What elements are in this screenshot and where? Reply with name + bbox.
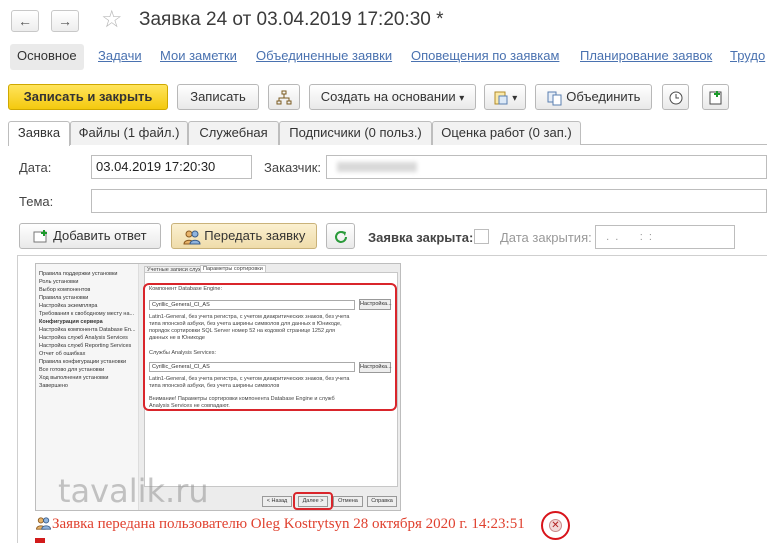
transfer-message: Заявка передана пользователю Oleg Kostry… <box>35 516 525 533</box>
customer-redacted <box>337 162 417 172</box>
nav-request-planning[interactable]: Планирование заявок <box>580 48 712 63</box>
close-date-field[interactable]: . . : : <box>595 225 735 249</box>
date-label: Дата: <box>19 160 52 175</box>
embedded-side-item: Все готово для установки <box>39 367 105 373</box>
customer-label: Заказчик: <box>264 160 322 175</box>
nav-merged-requests[interactable]: Объединенные заявки <box>256 48 392 63</box>
embedded-side-item: Роль установки <box>39 279 79 285</box>
tab-bar: Заявка Файлы (1 файл.) Служебная Подписч… <box>8 121 767 146</box>
request-content: Правила поддержки установки Роль установ… <box>17 255 767 543</box>
add-reply-button[interactable]: Добавить ответ <box>19 223 161 249</box>
nav-request-notifications[interactable]: Оповещения по заявкам <box>411 48 559 63</box>
embedded-side-item: Правила конфигурации установки <box>39 359 127 365</box>
nav-tasks[interactable]: Задачи <box>98 48 142 63</box>
document-icon <box>494 91 508 105</box>
history-button[interactable] <box>662 84 689 110</box>
dropdown-icon: ▾ <box>459 93 465 104</box>
customer-field[interactable] <box>326 155 767 179</box>
remove-message-highlight: ✕ <box>541 511 570 540</box>
topic-label: Тема: <box>19 194 54 209</box>
embedded-cancel-button: Отмена <box>333 496 363 507</box>
save-button[interactable]: Записать <box>177 84 259 110</box>
nav-labor[interactable]: Трудо <box>730 48 765 63</box>
next-message-marker <box>35 538 45 543</box>
tab-request[interactable]: Заявка <box>8 121 70 146</box>
create-based-on-button[interactable]: Создать на основании ▾ <box>309 84 476 110</box>
structure-button[interactable] <box>268 84 300 110</box>
users-icon <box>183 230 201 245</box>
watermark: tavalik.ru <box>58 472 209 510</box>
embedded-highlight-box <box>143 283 397 411</box>
date-field[interactable]: 03.04.2019 17:20:30 <box>91 155 252 179</box>
tab-subscribers[interactable]: Подписчики (0 польз.) <box>279 121 432 145</box>
embedded-side-item: Выбор компонентов <box>39 287 91 293</box>
embedded-side-item: Настройка экземпляра <box>39 303 98 309</box>
request-closed-label: Заявка закрыта: <box>368 230 474 245</box>
request-closed-checkbox[interactable] <box>474 229 489 244</box>
embedded-next-highlight <box>293 492 333 510</box>
embedded-side-item: Завершено <box>39 383 68 389</box>
add-reply-label: Добавить ответ <box>53 228 147 243</box>
embedded-side-item: Правила поддержки установки <box>39 271 118 277</box>
transfer-request-button[interactable]: Передать заявку <box>171 223 317 249</box>
embedded-help-button: Справка <box>367 496 397 507</box>
forward-arrow-icon: → <box>58 13 72 29</box>
add-reply-icon <box>33 229 48 243</box>
add-document-icon <box>709 90 721 105</box>
tab-service[interactable]: Служебная <box>188 121 279 145</box>
merge-button[interactable]: Объединить <box>535 84 652 110</box>
embedded-side-item: Правила установки <box>39 295 89 301</box>
embedded-side-item: Ход выполнения установки <box>39 375 109 381</box>
add-new-button[interactable] <box>702 84 729 110</box>
nav-my-notes[interactable]: Мои заметки <box>160 48 237 63</box>
embedded-side-item: Требования к свободному месту на... <box>39 311 135 317</box>
embedded-back-button: < Назад <box>262 496 292 507</box>
topic-field[interactable] <box>91 189 767 213</box>
refresh-button[interactable] <box>326 223 355 249</box>
title-bar: ← → ☆ Заявка 24 от 03.04.2019 17:20:30 * <box>0 0 767 40</box>
embedded-side-item: Отчет об ошибках <box>39 351 86 357</box>
transfer-message-text: Заявка передана пользователю Oleg Kostry… <box>52 516 525 532</box>
tab-files[interactable]: Файлы (1 файл.) <box>70 121 188 145</box>
merge-icon <box>547 91 562 106</box>
close-date-label: Дата закрытия: <box>500 230 592 245</box>
transfer-request-label: Передать заявку <box>204 228 306 243</box>
users-icon <box>36 517 51 530</box>
embedded-panel: Компонент Database Engine: Cyrillic_Gene… <box>143 272 398 487</box>
embedded-side-item: Настройка компонента Database En... <box>39 327 136 333</box>
save-and-close-button[interactable]: Записать и закрыть <box>8 84 168 110</box>
embedded-side-item: Конфигурация сервера <box>39 319 103 325</box>
attachments-dropdown-icon: ▾ <box>512 93 518 104</box>
merge-label: Объединить <box>566 89 641 104</box>
forward-button[interactable]: → <box>51 10 79 32</box>
section-nav: Основное Задачи Мои заметки Объединенные… <box>0 44 767 70</box>
clock-icon <box>669 91 682 105</box>
embedded-screenshot: Правила поддержки установки Роль установ… <box>35 263 401 511</box>
attachments-button[interactable]: ▾ <box>484 84 526 110</box>
favorite-star-icon[interactable]: ☆ <box>101 7 123 33</box>
window-title: Заявка 24 от 03.04.2019 17:20:30 * <box>139 9 444 30</box>
back-arrow-icon: ← <box>18 13 32 29</box>
back-button[interactable]: ← <box>11 10 39 32</box>
embedded-side-item: Настройка служб Reporting Services <box>39 343 132 349</box>
refresh-icon <box>334 230 347 243</box>
tab-work-estimate[interactable]: Оценка работ (0 зап.) <box>432 121 581 145</box>
nav-main[interactable]: Основное <box>10 44 84 70</box>
create-based-on-label: Создать на основании <box>320 89 456 104</box>
hierarchy-icon <box>276 90 292 105</box>
embedded-side-item: Настройка служб Analysis Services <box>39 335 128 341</box>
close-icon[interactable]: ✕ <box>549 519 562 532</box>
